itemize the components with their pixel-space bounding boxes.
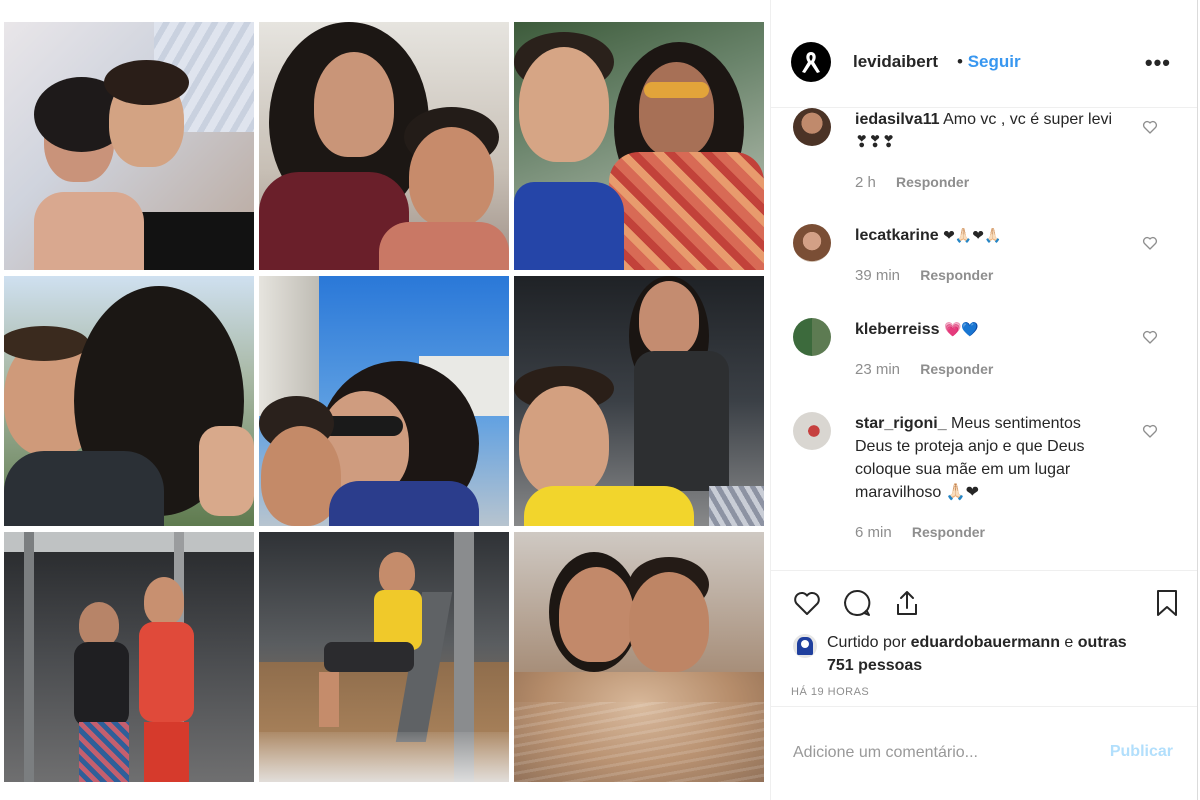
comment-text: iedasilva11 Amo vc , vc é super levi ❣❣❣ [855,108,1115,154]
likes-summary: Curtido por eduardobauermann e outras 75… [827,631,1147,677]
post-button[interactable]: Publicar [1110,743,1173,761]
reply-button[interactable]: Responder [920,267,993,283]
heart-icon[interactable] [791,587,823,619]
photo-bath-selfie [514,532,764,782]
comment-body: ❤🙏🏻❤🙏🏻 [943,227,1002,243]
photo-kiss-cheek [4,276,254,526]
follow-label: Seguir [967,52,1021,71]
reply-button[interactable]: Responder [920,361,993,377]
comment-time[interactable]: 2 h [855,174,876,191]
separator-dot: • [957,52,963,71]
avatar[interactable] [793,634,817,658]
post-time-ago[interactable]: HÁ 19 HORAS [791,686,869,698]
photo-home-selfie [259,22,509,270]
likes-prefix: Curtido por [827,634,907,651]
reply-button[interactable]: Responder [896,174,969,190]
comment-meta: 6 min Responder [855,524,985,541]
comment-time[interactable]: 39 min [855,267,900,284]
comment-text: lecatkarine ❤🙏🏻❤🙏🏻 [855,224,1115,247]
comment-time[interactable]: 6 min [855,524,892,541]
comment-username[interactable]: kleberreiss [855,321,940,338]
avatar[interactable] [793,318,831,356]
comment-meta: 2 h Responder [855,174,969,191]
comment-meta: 39 min Responder [855,267,993,284]
comment-body: 💗💙 [943,321,979,337]
ribbon-icon [802,52,820,73]
comment-text: star_rigoni_ Meus sentimentos Deus te pr… [855,412,1115,504]
comment-meta: 23 min Responder [855,361,993,378]
heart-icon[interactable] [1141,328,1159,346]
comment-input[interactable] [791,737,1095,769]
add-comment-bar: Publicar [771,706,1197,800]
photo-gym-pose [514,276,764,526]
reply-button[interactable]: Responder [912,524,985,540]
comment-username[interactable]: lecatkarine [855,227,939,244]
photo-gym-mirror [4,532,254,782]
comment-time[interactable]: 23 min [855,361,900,378]
more-dots-icon[interactable]: ••• [1145,50,1171,76]
avatar[interactable] [793,108,831,146]
comment-text: kleberreiss 💗💙 [855,318,1115,341]
photo-sunglasses-selfie [514,22,764,270]
heart-icon[interactable] [1141,422,1159,440]
heart-icon[interactable] [1141,118,1159,136]
comment-username[interactable]: star_rigoni_ [855,415,947,432]
likes-user[interactable]: eduardobauermann [911,634,1060,651]
comment-bubble-icon[interactable] [841,587,873,619]
comment-username[interactable]: iedasilva11 [855,111,940,128]
follow-button[interactable]: • Seguir [957,52,1021,72]
share-icon[interactable] [891,587,923,619]
photo-bed-selfie [4,22,254,270]
avatar[interactable] [793,224,831,262]
bookmark-icon[interactable] [1151,587,1183,619]
avatar[interactable] [793,412,831,450]
post-actions: Curtido por eduardobauermann e outras 75… [771,570,1197,698]
profile-avatar[interactable] [791,42,831,82]
heart-icon[interactable] [1141,234,1159,252]
likes-mid: e [1064,634,1074,651]
photo-outdoor-funny-face [259,276,509,526]
photo-collage [0,0,770,800]
photo-gym-seated [259,532,509,782]
post-header: levidaibert • Seguir ••• [771,0,1197,108]
post-side-panel: levidaibert • Seguir ••• iedasilva11 Amo… [770,0,1198,800]
post-username[interactable]: levidaibert [853,52,938,72]
